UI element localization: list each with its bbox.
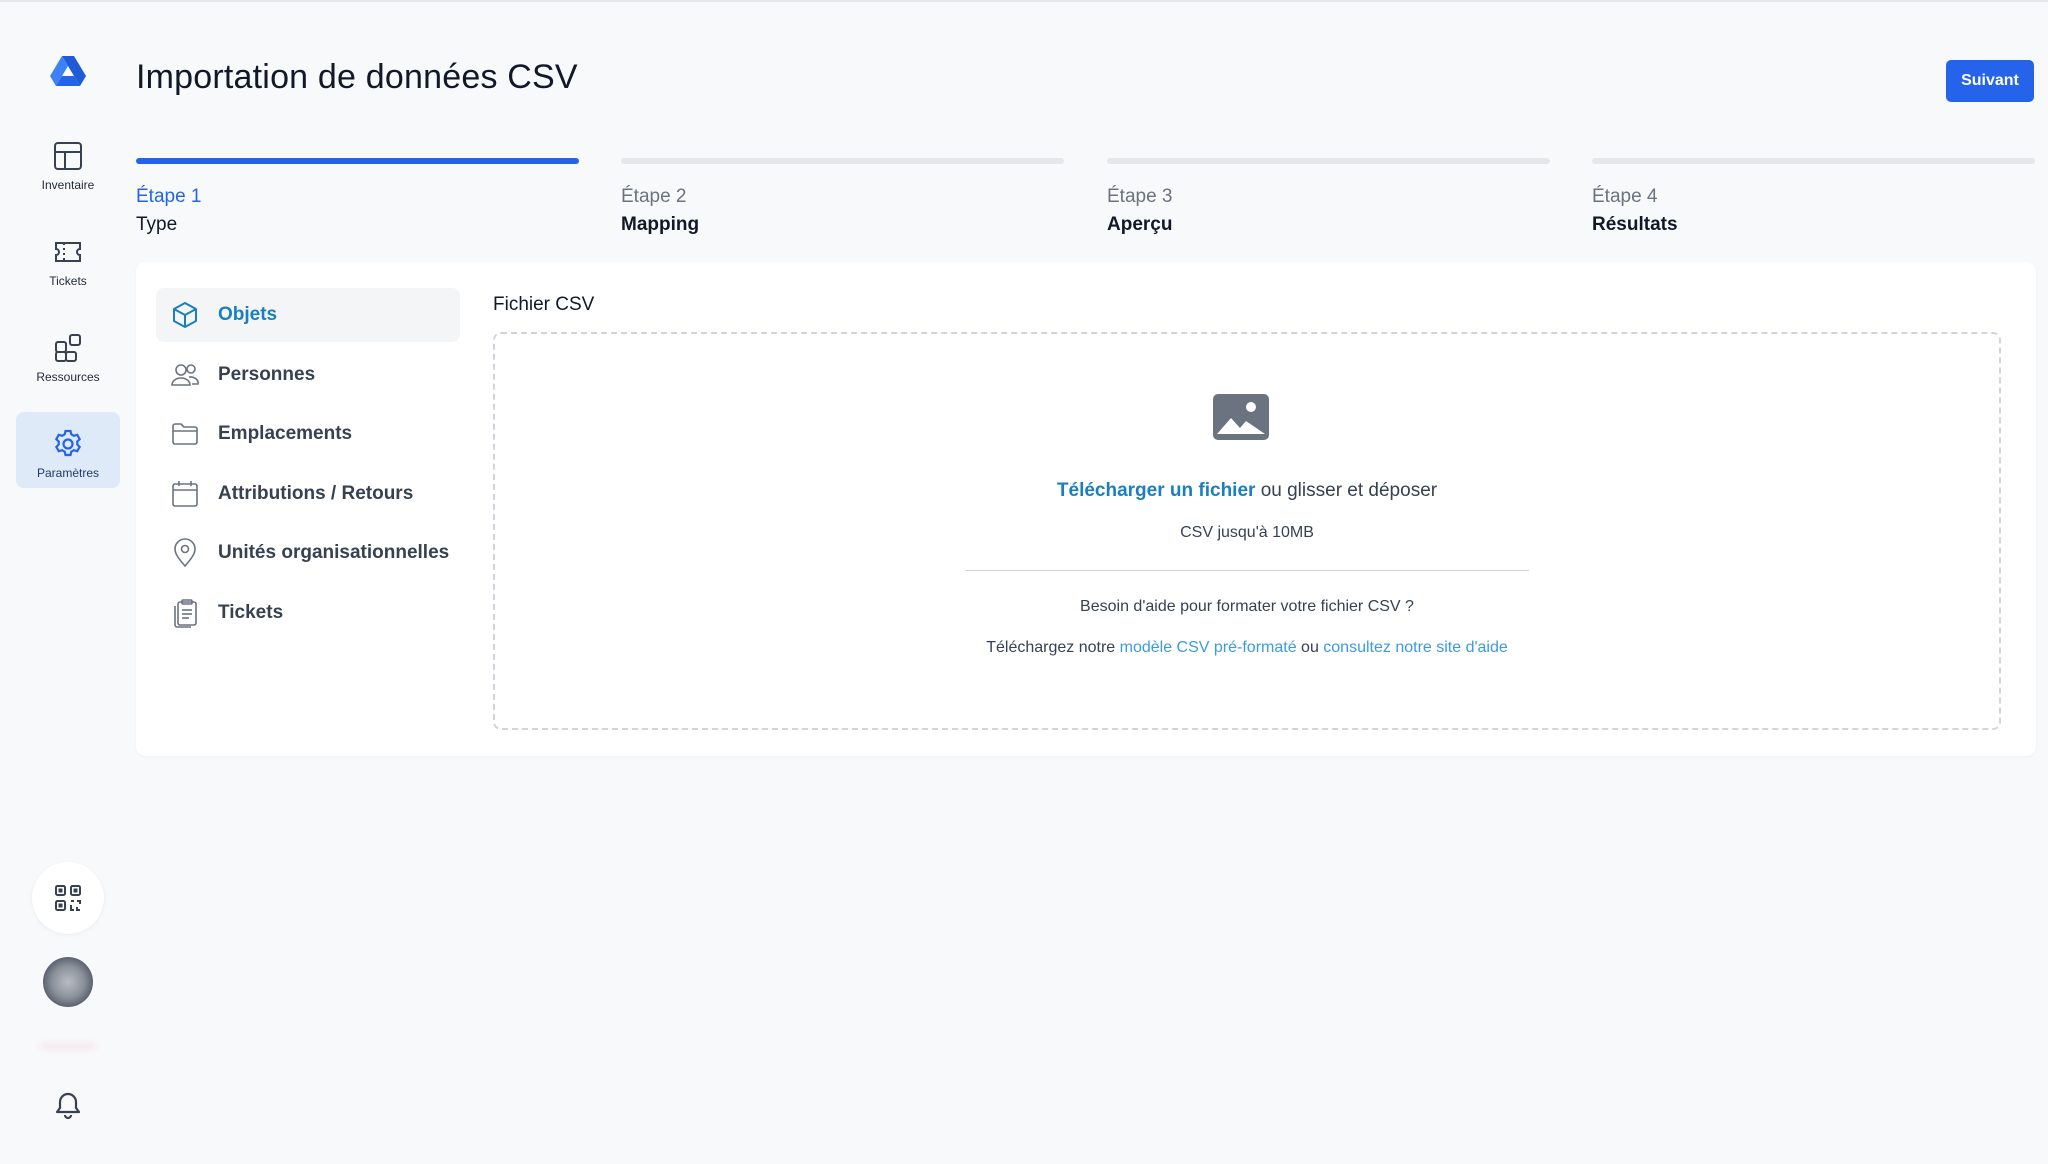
sidebar-item-label: Tickets <box>49 274 87 288</box>
step-1[interactable]: Étape 1 Type <box>136 158 579 236</box>
help-site-link[interactable]: consultez notre site d'aide <box>1323 639 1508 656</box>
csv-dropzone[interactable]: Télécharger un fichier ou glisser et dép… <box>493 332 2001 730</box>
type-item-emplacements[interactable]: Emplacements <box>156 407 460 461</box>
users-icon <box>171 363 199 386</box>
sidebar-item-label: Ressources <box>36 370 100 384</box>
upload-prompt: Télécharger un fichier ou glisser et dép… <box>495 480 1999 502</box>
type-item-label: Objets <box>218 304 278 325</box>
map-pin-icon <box>174 538 196 568</box>
type-item-label: Tickets <box>218 601 284 623</box>
type-item-objets[interactable]: Objets <box>156 288 460 342</box>
type-item-unites[interactable]: Unités organisationnelles <box>156 526 460 580</box>
step-number: Étape 2 <box>621 186 687 207</box>
step-progress-bar <box>621 158 1064 164</box>
user-name[interactable]: _______ <box>24 1032 112 1054</box>
step-name: Aperçu <box>1107 214 1173 235</box>
step-3[interactable]: Étape 3 Aperçu <box>1107 158 1550 236</box>
step-number: Étape 1 <box>136 186 202 207</box>
upload-prompt-rest: ou glisser et déposer <box>1255 480 1438 501</box>
user-avatar[interactable] <box>43 957 93 1007</box>
sidebar-item-label: Paramètres <box>36 466 100 480</box>
table-icon <box>54 142 82 170</box>
step-progress-bar <box>1592 158 2035 164</box>
step-progress-bar <box>1107 158 1550 164</box>
step-number: Étape 4 <box>1592 186 1658 207</box>
type-item-attributions[interactable]: Attributions / Retours <box>156 467 460 521</box>
type-item-personnes[interactable]: Personnes <box>156 348 460 402</box>
upload-file-link[interactable]: Télécharger un fichier <box>1057 480 1256 501</box>
help-links: Téléchargez notre modèle CSV pré-formaté… <box>495 639 1999 657</box>
type-item-label: Personnes <box>218 363 316 385</box>
sidebar-item-parametres[interactable]: Paramètres <box>16 412 120 488</box>
type-item-label: Attributions / Retours <box>218 482 414 504</box>
app-logo[interactable] <box>48 54 88 94</box>
sidebar-item-label: Inventaire <box>41 178 95 192</box>
step-name: Type <box>136 214 178 235</box>
clipboard-icon <box>174 598 197 628</box>
page-title: Importation de données CSV <box>136 58 578 96</box>
template-link[interactable]: modèle CSV pré-formaté <box>1120 639 1297 656</box>
sidebar-item-tickets[interactable]: Tickets <box>16 220 120 296</box>
step-4[interactable]: Étape 4 Résultats <box>1592 158 2035 236</box>
type-item-tickets[interactable]: Tickets <box>156 586 460 640</box>
import-type-list: Objets Personnes Emplacements Attributio… <box>156 288 460 645</box>
qr-code-icon <box>55 885 81 911</box>
file-size-limit: CSV jusqu'à 10MB <box>1180 524 1314 541</box>
step-name: Mapping <box>621 214 700 235</box>
csv-file-label: Fichier CSV <box>493 294 595 315</box>
step-2[interactable]: Étape 2 Mapping <box>621 158 1064 236</box>
help-prefix: Téléchargez notre <box>986 639 1120 656</box>
step-progress-bar <box>136 158 579 164</box>
image-icon <box>1213 394 1269 440</box>
folder-icon <box>172 423 198 445</box>
qr-code-button[interactable] <box>32 862 104 934</box>
bell-icon[interactable] <box>52 1090 84 1122</box>
step-number: Étape 3 <box>1107 186 1173 207</box>
step-name: Résultats <box>1592 214 1678 235</box>
type-item-label: Emplacements <box>218 423 353 444</box>
sidebar-item-inventaire[interactable]: Inventaire <box>16 124 120 200</box>
resources-icon <box>55 334 81 362</box>
sidebar: Inventaire Tickets Ressources Paramètres <box>0 2 135 1164</box>
help-question: Besoin d'aide pour formater votre fichie… <box>1080 598 1414 615</box>
sidebar-item-ressources[interactable]: Ressources <box>16 316 120 392</box>
calendar-icon <box>172 480 198 507</box>
import-card: Objets Personnes Emplacements Attributio… <box>136 262 2036 756</box>
gear-icon <box>54 429 82 457</box>
ticket-icon <box>55 242 81 262</box>
cube-icon <box>173 302 197 328</box>
next-button[interactable]: Suivant <box>1946 60 2034 102</box>
help-middle: ou <box>1296 639 1324 656</box>
type-item-label: Unités organisationnelles <box>218 542 450 563</box>
divider <box>965 570 1529 571</box>
